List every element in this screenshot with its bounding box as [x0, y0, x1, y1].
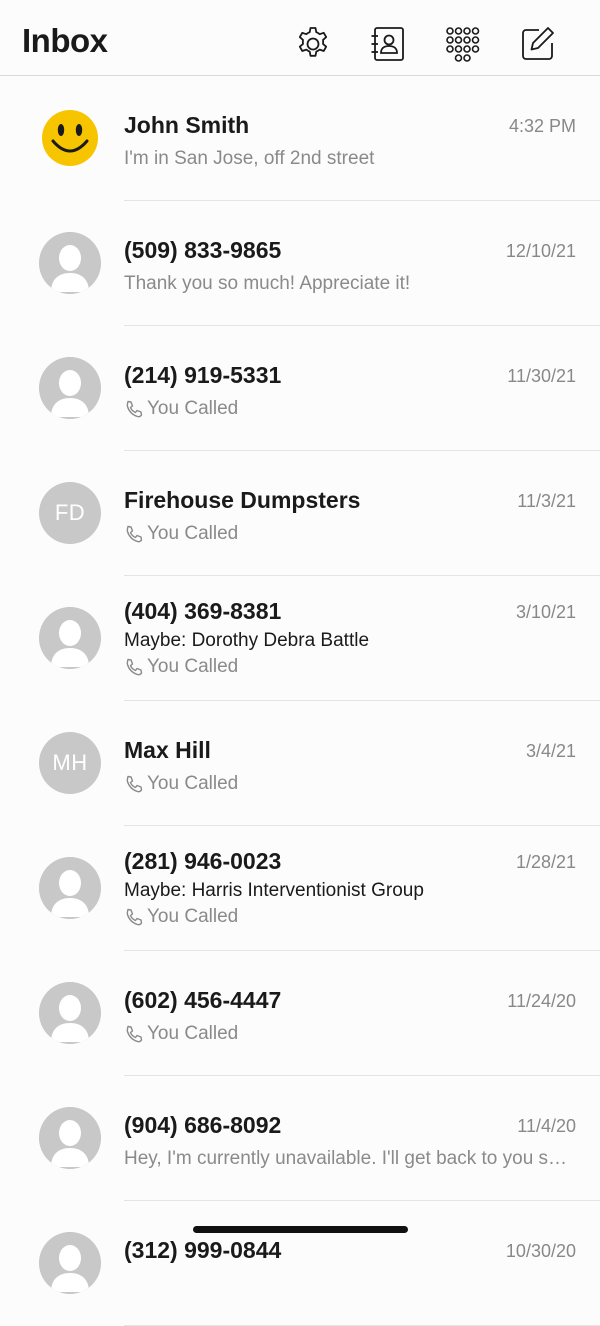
call-status: You Called: [124, 906, 238, 928]
call-status: You Called: [124, 398, 238, 420]
phone-icon: [124, 657, 144, 677]
conversation-row[interactable]: MH Max Hill 3/4/21 You Called: [0, 701, 600, 826]
conversation-row[interactable]: (312) 999-0844 10/30/20: [0, 1201, 600, 1326]
app-header: Inbox: [0, 0, 600, 76]
maybe-contact: Maybe: Harris Interventionist Group: [124, 880, 424, 901]
contact-name: (602) 456-4447: [124, 987, 282, 1013]
call-status: You Called: [124, 523, 238, 545]
phone-icon: [124, 524, 144, 544]
dialpad-icon: [446, 27, 480, 62]
message-date: 3/4/21: [525, 741, 576, 761]
conversation-row[interactable]: FD Firehouse Dumpsters 11/3/21 You Called: [0, 451, 600, 576]
phone-icon: [124, 1024, 144, 1044]
gear-icon: [298, 27, 328, 57]
call-status-text: You Called: [147, 773, 239, 794]
conversation-row[interactable]: (214) 919-5331 11/30/21 You Called: [0, 326, 600, 451]
call-status: You Called: [124, 1023, 238, 1045]
message-preview: I'm in San Jose, off 2nd street: [124, 148, 375, 169]
call-status-text: You Called: [147, 398, 239, 419]
avatar-person-icon: [39, 982, 101, 1044]
conversation-row[interactable]: John Smith 4:32 PM I'm in San Jose, off 2n…: [0, 76, 600, 201]
avatar-smiley-icon: [39, 107, 101, 169]
avatar-person-icon: [39, 1107, 101, 1169]
message-date: 1/28/21: [515, 852, 576, 872]
avatar-initials: MH: [39, 732, 101, 794]
contact-name: (281) 946-0023: [124, 848, 282, 874]
home-indicator[interactable]: [193, 1226, 408, 1233]
compose-button[interactable]: [518, 24, 558, 64]
message-date: 11/4/20: [517, 1116, 576, 1136]
call-status-text: You Called: [147, 906, 239, 927]
dialpad-button[interactable]: [443, 24, 483, 64]
message-date: 10/30/20: [505, 1241, 576, 1261]
contact-name: (214) 919-5331: [124, 362, 282, 388]
message-preview: Thank you so much! Appreciate it!: [124, 273, 411, 294]
settings-button[interactable]: [293, 24, 333, 64]
avatar-person-icon: [39, 607, 101, 669]
avatar-initials: FD: [39, 482, 101, 544]
conversation-row[interactable]: (602) 456-4447 11/24/20 You Called: [0, 951, 600, 1076]
maybe-contact: Maybe: Dorothy Debra Battle: [124, 630, 370, 651]
phone-icon: [124, 907, 144, 927]
conversation-row[interactable]: (404) 369-8381 3/10/21 Maybe: Dorothy Debr…: [0, 576, 600, 701]
call-status-text: You Called: [147, 656, 239, 677]
message-date: 11/30/21: [507, 366, 576, 386]
avatar-person-icon: [39, 232, 101, 294]
page-title: Inbox: [22, 22, 108, 59]
contact-name: Max Hill: [124, 737, 211, 763]
phone-icon: [124, 399, 144, 419]
avatar-person-icon: [39, 357, 101, 419]
avatar-person-icon: [39, 857, 101, 919]
message-date: 3/10/21: [515, 602, 576, 622]
compose-icon: [522, 27, 554, 60]
conversation-row[interactable]: (904) 686-8092 11/4/20 Hey, I'm currently …: [0, 1076, 600, 1201]
contacts-icon: [371, 27, 404, 61]
message-date: 11/3/21: [517, 491, 576, 511]
phone-icon: [124, 774, 144, 794]
message-preview: Hey, I'm currently unavailable. I'll get…: [124, 1148, 576, 1169]
conversation-row[interactable]: (281) 946-0023 1/28/21 Maybe: Harris Inter…: [0, 826, 600, 951]
contact-name: John Smith: [124, 112, 250, 138]
call-status-text: You Called: [147, 523, 239, 544]
conversation-list: John Smith 4:32 PM I'm in San Jose, off 2n…: [0, 76, 600, 1326]
message-date: 12/10/21: [505, 241, 576, 261]
conversation-row[interactable]: (509) 833-9865 12/10/21 Thank you so much!…: [0, 201, 600, 326]
message-date: 4:32 PM: [508, 116, 576, 136]
call-status: You Called: [124, 656, 238, 678]
avatar-person-icon: [39, 1232, 101, 1294]
call-status-text: You Called: [147, 1023, 239, 1044]
contact-name: (312) 999-0844: [124, 1237, 282, 1263]
contacts-button[interactable]: [368, 24, 408, 64]
call-status: You Called: [124, 773, 238, 795]
contact-name: (404) 369-8381: [124, 598, 282, 624]
message-date: 11/24/20: [507, 991, 576, 1011]
contact-name: (904) 686-8092: [124, 1112, 282, 1138]
contact-name: (509) 833-9865: [124, 237, 282, 263]
contact-name: Firehouse Dumpsters: [124, 487, 361, 513]
